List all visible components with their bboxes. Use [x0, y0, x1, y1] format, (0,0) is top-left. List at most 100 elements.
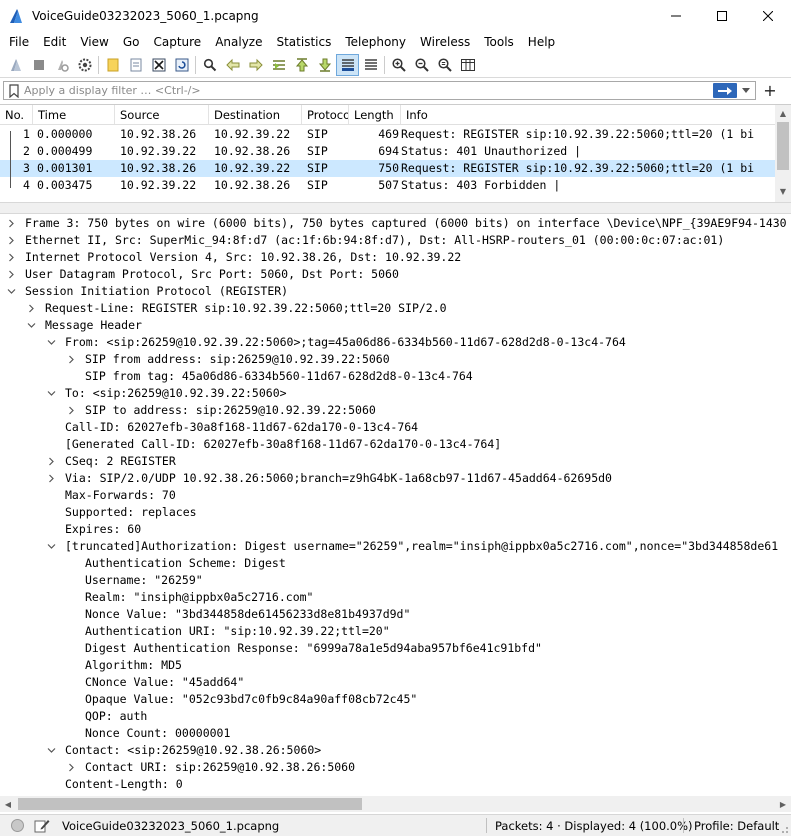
maximize-button[interactable] [699, 0, 745, 32]
column-header-length[interactable]: Length [349, 105, 401, 124]
detail-row[interactable]: From: <sip:26259@10.92.39.22:5060>;tag=4… [0, 334, 791, 351]
status-profile[interactable]: Profile: Default [694, 815, 779, 836]
filter-history-dropdown[interactable] [740, 83, 752, 98]
menu-wireless[interactable]: Wireless [413, 32, 477, 52]
detail-row[interactable]: Opaque Value: "052c93bd7c0fb9c84a90aff08… [0, 691, 791, 708]
packet-row-selected[interactable]: 3 0.001301 10.92.38.26 10.92.39.22 SIP 7… [0, 160, 775, 177]
chevron-right-icon[interactable] [5, 232, 17, 249]
scrollbar-thumb[interactable] [18, 798, 362, 810]
menu-statistics[interactable]: Statistics [269, 32, 338, 52]
add-filter-button[interactable]: + [760, 81, 780, 100]
detail-row[interactable]: SIP to address: sip:26259@10.92.39.22:50… [0, 402, 791, 419]
detail-row[interactable]: Authentication Scheme: Digest [0, 555, 791, 572]
chevron-down-icon[interactable] [45, 538, 57, 555]
autoscroll-button[interactable] [336, 54, 359, 76]
menu-tools[interactable]: Tools [477, 32, 521, 52]
detail-row[interactable]: User Datagram Protocol, Src Port: 5060, … [0, 266, 791, 283]
detail-row[interactable]: CSeq: 2 REGISTER [0, 453, 791, 470]
detail-row[interactable]: Nonce Value: "3bd344858de61456233d8e81b4… [0, 606, 791, 623]
detail-row[interactable]: Ethernet II, Src: SuperMic_94:8f:d7 (ac:… [0, 232, 791, 249]
detail-row[interactable]: Supported: replaces [0, 504, 791, 521]
detail-row[interactable]: Session Initiation Protocol (REGISTER) [0, 283, 791, 300]
detail-row[interactable]: Nonce Count: 00000001 [0, 725, 791, 742]
zoom-normal-button[interactable] [433, 54, 456, 76]
chevron-right-icon[interactable] [65, 402, 77, 419]
chevron-right-icon[interactable] [65, 759, 77, 776]
detail-row[interactable]: Algorithm: MD5 [0, 657, 791, 674]
capture-options-button[interactable] [73, 54, 96, 76]
chevron-right-icon[interactable] [25, 300, 37, 317]
expert-info-icon[interactable] [11, 819, 24, 832]
column-header-info[interactable]: Info [401, 105, 775, 124]
scroll-down-icon[interactable]: ▼ [775, 183, 791, 199]
detail-row[interactable]: Authentication URI: "sip:10.92.39.22;ttl… [0, 623, 791, 640]
chevron-down-icon[interactable] [5, 283, 17, 300]
go-last-button[interactable] [313, 54, 336, 76]
chevron-down-icon[interactable] [45, 385, 57, 402]
find-packet-button[interactable] [198, 54, 221, 76]
menu-telephony[interactable]: Telephony [338, 32, 413, 52]
detail-row[interactable]: Realm: "insiph@ippbx0a5c2716.com" [0, 589, 791, 606]
detail-row[interactable]: Content-Length: 0 [0, 776, 791, 793]
go-back-button[interactable] [221, 54, 244, 76]
chevron-right-icon[interactable] [5, 215, 17, 232]
detail-row[interactable]: Username: "26259" [0, 572, 791, 589]
chevron-down-icon[interactable] [45, 334, 57, 351]
pane-splitter[interactable] [0, 202, 791, 214]
detail-row[interactable]: Contact URI: sip:26259@10.92.38.26:5060 [0, 759, 791, 776]
stop-capture-button[interactable] [27, 54, 50, 76]
zoom-out-button[interactable] [410, 54, 433, 76]
menu-view[interactable]: View [73, 32, 115, 52]
detail-row[interactable]: [Generated Call-ID: 62027efb-30a8f168-11… [0, 436, 791, 453]
packet-row[interactable]: 1 0.000000 10.92.38.26 10.92.39.22 SIP 4… [0, 126, 775, 143]
packet-list-scrollbar[interactable]: ▲ ▼ [775, 105, 791, 203]
resize-columns-button[interactable] [456, 54, 479, 76]
chevron-right-icon[interactable] [5, 266, 17, 283]
menu-file[interactable]: File [2, 32, 36, 52]
close-file-button[interactable] [147, 54, 170, 76]
packet-row[interactable]: 4 0.003475 10.92.39.22 10.92.38.26 SIP 5… [0, 177, 775, 194]
details-horizontal-scrollbar[interactable]: ◀ ▶ [0, 796, 791, 812]
menu-help[interactable]: Help [521, 32, 562, 52]
minimize-button[interactable] [653, 0, 699, 32]
detail-row[interactable]: Max-Forwards: 70 [0, 487, 791, 504]
reload-file-button[interactable] [170, 54, 193, 76]
chevron-down-icon[interactable] [45, 742, 57, 759]
detail-row[interactable]: Internet Protocol Version 4, Src: 10.92.… [0, 249, 791, 266]
detail-row[interactable]: Via: SIP/2.0/UDP 10.92.38.26:5060;branch… [0, 470, 791, 487]
open-file-button[interactable] [101, 54, 124, 76]
detail-row[interactable]: Contact: <sip:26259@10.92.38.26:5060> [0, 742, 791, 759]
menu-go[interactable]: Go [116, 32, 147, 52]
detail-row[interactable]: QOP: auth [0, 708, 791, 725]
detail-row[interactable]: Digest Authentication Response: "6999a78… [0, 640, 791, 657]
column-header-source[interactable]: Source [115, 105, 209, 124]
scroll-up-icon[interactable]: ▲ [775, 105, 791, 121]
menu-capture[interactable]: Capture [146, 32, 208, 52]
detail-row[interactable]: [truncated]Authorization: Digest usernam… [0, 538, 791, 555]
go-to-packet-button[interactable] [267, 54, 290, 76]
go-first-button[interactable] [290, 54, 313, 76]
restart-capture-button[interactable] [50, 54, 73, 76]
detail-row[interactable]: CNonce Value: "45add64" [0, 674, 791, 691]
scroll-left-icon[interactable]: ◀ [0, 796, 16, 812]
column-header-time[interactable]: Time [33, 105, 115, 124]
chevron-down-icon[interactable] [25, 317, 37, 334]
menu-edit[interactable]: Edit [36, 32, 73, 52]
display-filter-input[interactable]: Apply a display filter … <Ctrl-/> [3, 81, 756, 100]
capture-comment-icon[interactable] [34, 818, 50, 833]
detail-row[interactable]: Call-ID: 62027efb-30a8f168-11d67-62da170… [0, 419, 791, 436]
resize-grip-icon[interactable] [779, 824, 789, 834]
packet-row[interactable]: 2 0.000499 10.92.39.22 10.92.38.26 SIP 6… [0, 143, 775, 160]
bookmark-icon[interactable] [7, 83, 21, 98]
column-header-destination[interactable]: Destination [209, 105, 302, 124]
scroll-right-icon[interactable]: ▶ [775, 796, 791, 812]
go-forward-button[interactable] [244, 54, 267, 76]
detail-row[interactable]: Frame 3: 750 bytes on wire (6000 bits), … [0, 215, 791, 232]
chevron-right-icon[interactable] [45, 453, 57, 470]
close-button[interactable] [745, 0, 791, 32]
start-capture-button[interactable] [4, 54, 27, 76]
detail-row[interactable]: Request-Line: REGISTER sip:10.92.39.22:5… [0, 300, 791, 317]
chevron-right-icon[interactable] [65, 351, 77, 368]
detail-row[interactable]: SIP from tag: 45a06d86-6334b560-11d67-62… [0, 368, 791, 385]
zoom-in-button[interactable] [387, 54, 410, 76]
